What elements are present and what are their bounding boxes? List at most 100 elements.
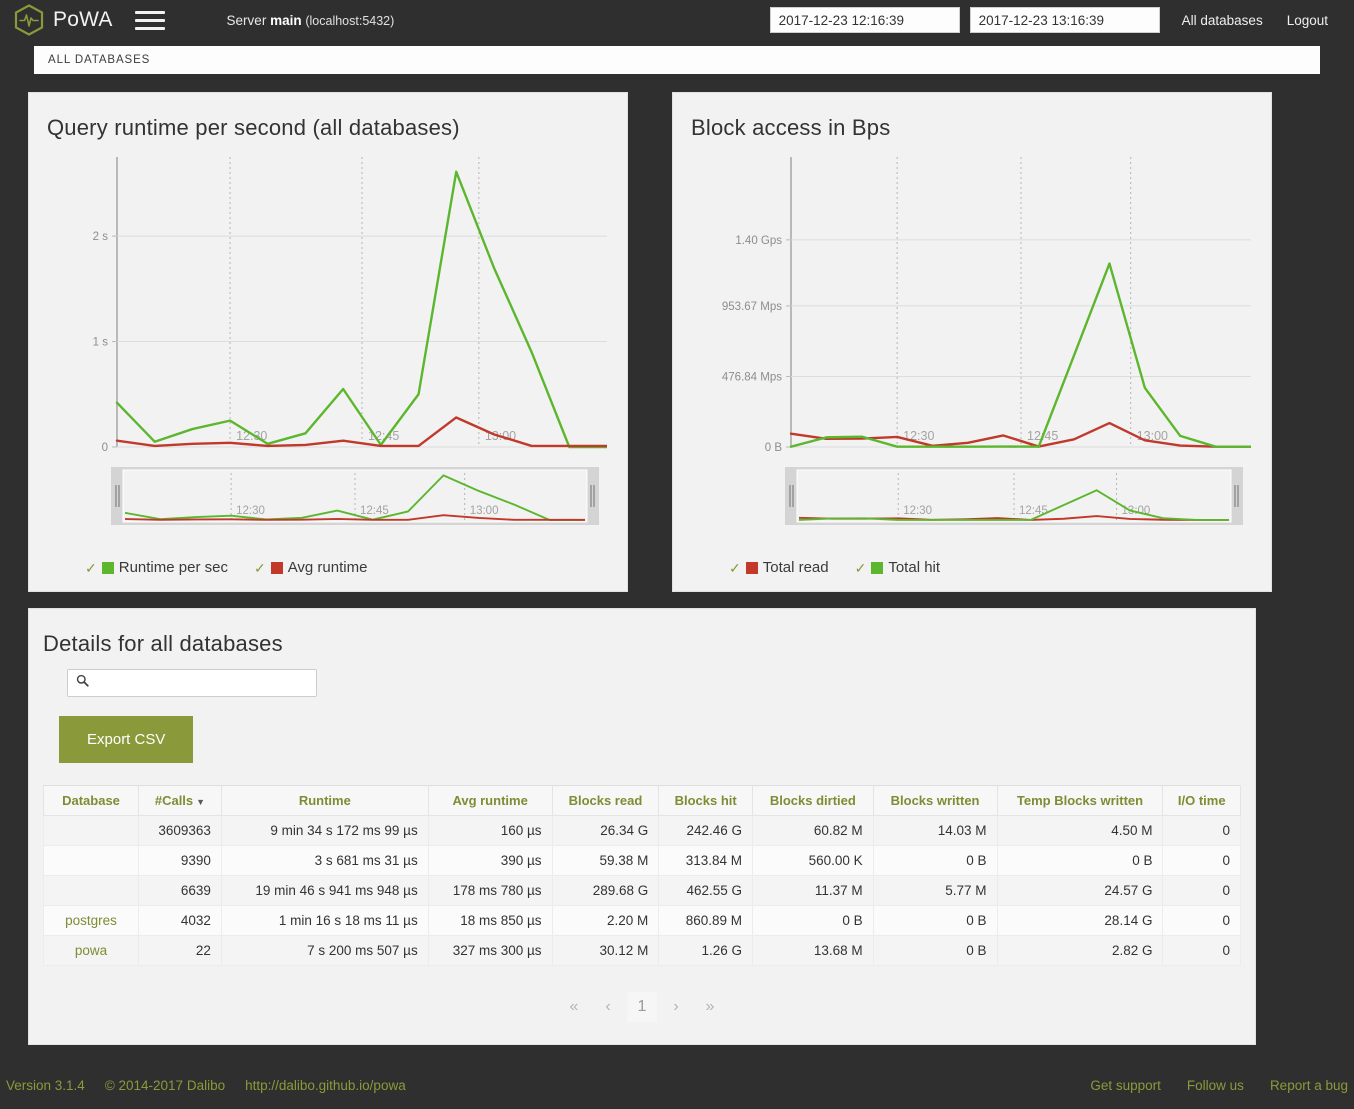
table-cell: 2.82 G xyxy=(996,935,1164,966)
nav-link-all-databases[interactable]: All databases xyxy=(1170,13,1275,28)
server-name: main xyxy=(270,12,302,28)
table-cell: 3 s 681 ms 31 µs xyxy=(220,845,429,876)
legend-block-access: ✓ Total read ✓ Total hit xyxy=(691,559,1253,576)
table-column-label: #Calls xyxy=(154,793,194,808)
table-cell: 0 xyxy=(1162,845,1241,876)
panel-block-access: Block access in Bps 0 B 476.84 Mps 953.67 … xyxy=(672,92,1272,592)
table-cell: 22 xyxy=(138,935,222,966)
legend-item-runtime-per-sec[interactable]: ✓ Runtime per sec xyxy=(85,559,228,576)
table-cell: 4032 xyxy=(138,905,222,936)
table-row[interactable]: postgres 4032 1 min 16 s 18 ms 11 µs 18 ms … xyxy=(43,905,1241,936)
table-cell: 390 µs xyxy=(427,845,553,876)
search-wrap xyxy=(67,669,1241,697)
table-column-header[interactable]: Database xyxy=(43,785,139,816)
table-cell: 462.55 G xyxy=(658,875,754,906)
footer-version: Version 3.1.4 xyxy=(6,1077,85,1093)
legend-swatch xyxy=(871,561,884,574)
footer-link-follow-us[interactable]: Follow us xyxy=(1187,1078,1244,1093)
pagination-last[interactable]: » xyxy=(695,992,725,1022)
charts-row: Query runtime per second (all databases)… xyxy=(28,92,1326,592)
table-cell-database[interactable] xyxy=(43,845,139,876)
table-column-header[interactable]: Blocks dirtied xyxy=(752,785,874,816)
table-cell: 4.50 M xyxy=(996,815,1164,846)
hamburger-bar xyxy=(134,10,165,14)
search-box[interactable] xyxy=(67,669,317,697)
legend-label: Runtime per sec xyxy=(118,559,228,576)
footer-right: Get support Follow us Report a bug xyxy=(1090,1078,1348,1093)
table-column-label: Blocks hit xyxy=(674,793,737,808)
hamburger-bar xyxy=(134,26,165,30)
table-column-header[interactable]: Blocks read xyxy=(551,785,660,816)
table-cell-database[interactable] xyxy=(43,875,139,906)
table-cell-database[interactable]: powa xyxy=(43,935,139,966)
svg-text:13:00: 13:00 xyxy=(470,505,499,517)
hamburger-menu-icon[interactable] xyxy=(134,7,165,33)
table-row[interactable]: 6639 19 min 46 s 941 ms 948 µs 178 ms 780 … xyxy=(43,875,1241,906)
table-column-header[interactable]: Temp Blocks written xyxy=(996,785,1164,816)
table-cell: 0 xyxy=(1162,905,1241,936)
table-cell-database[interactable]: postgres xyxy=(43,905,139,936)
table-cell: 289.68 G xyxy=(551,875,660,906)
table-cell: 160 µs xyxy=(427,815,553,846)
footer-copyright: © 2014-2017 Dalibo xyxy=(104,1077,226,1093)
breadcrumb-item-all-databases[interactable]: ALL DATABASES xyxy=(48,54,150,66)
legend-item-total-hit[interactable]: ✓ Total hit xyxy=(855,559,940,576)
brand[interactable]: PoWA xyxy=(14,4,113,36)
table-column-header[interactable]: Blocks hit xyxy=(658,785,754,816)
server-host: (localhost:5432) xyxy=(305,13,395,28)
pagination-first[interactable]: « xyxy=(559,992,589,1022)
table-cell: 13.68 M xyxy=(752,935,874,966)
details-title: Details for all databases xyxy=(43,631,283,656)
table-cell-database[interactable] xyxy=(43,815,139,846)
panel-query-runtime: Query runtime per second (all databases)… xyxy=(28,92,628,592)
svg-text:12:30: 12:30 xyxy=(236,505,265,517)
check-icon: ✓ xyxy=(253,559,266,576)
table-cell: 6639 xyxy=(138,875,222,906)
table-cell: 1.26 G xyxy=(658,935,754,966)
search-input[interactable] xyxy=(94,674,308,692)
table-cell: 9 min 34 s 172 ms 99 µs xyxy=(220,815,429,846)
table-cell: 7 s 200 ms 507 µs xyxy=(220,935,429,966)
table-cell: 2.20 M xyxy=(551,905,660,936)
table-cell: 860.89 M xyxy=(658,905,754,936)
table-column-label: Database xyxy=(62,793,120,808)
pagination-page-1[interactable]: 1 xyxy=(627,992,657,1022)
legend-item-total-read[interactable]: ✓ Total read xyxy=(729,559,829,576)
footer-link-report-a-bug[interactable]: Report a bug xyxy=(1270,1078,1348,1093)
breadcrumb: ALL DATABASES xyxy=(34,46,1320,74)
table-cell: 9390 xyxy=(138,845,222,876)
table-row[interactable]: powa 22 7 s 200 ms 507 µs 327 ms 300 µs 30.1… xyxy=(43,935,1241,966)
nav-link-logout[interactable]: Logout xyxy=(1275,13,1340,28)
table-cell: 0 xyxy=(1162,875,1241,906)
table-cell: 60.82 M xyxy=(752,815,874,846)
table-body: 3609363 9 min 34 s 172 ms 99 µs 160 µs 26.3… xyxy=(43,815,1241,966)
table-cell: 0 B xyxy=(872,905,998,936)
server-label: Server xyxy=(226,12,267,28)
table-column-header[interactable]: Blocks written xyxy=(872,785,998,816)
pagination-prev[interactable]: ‹ xyxy=(593,992,623,1022)
svg-text:953.67 Mps: 953.67 Mps xyxy=(722,301,782,313)
pagination-next[interactable]: › xyxy=(661,992,691,1022)
table-row[interactable]: 3609363 9 min 34 s 172 ms 99 µs 160 µs 26.3… xyxy=(43,815,1241,846)
legend-label: Total hit xyxy=(888,559,941,576)
footer-link-get-support[interactable]: Get support xyxy=(1090,1078,1161,1093)
table-cell: 18 ms 850 µs xyxy=(427,905,553,936)
date-to-input[interactable] xyxy=(969,7,1160,33)
table-cell: 327 ms 300 µs xyxy=(427,935,553,966)
footer-url[interactable]: http://dalibo.github.io/powa xyxy=(245,1078,406,1093)
table-column-header[interactable]: Avg runtime xyxy=(427,785,553,816)
chart-query-runtime[interactable]: 01 s2 s 12:30 12:45 13:00 12:30 12:45 13:00 xyxy=(47,147,609,547)
table-column-header[interactable]: Runtime xyxy=(220,785,429,816)
table-row[interactable]: 9390 3 s 681 ms 31 µs 390 µs 59.38 M 313.84 … xyxy=(43,845,1241,876)
chart-block-access[interactable]: 0 B 476.84 Mps 953.67 Mps 1.40 Gps 12:30 12:4… xyxy=(691,147,1253,547)
table-column-header[interactable]: #Calls ▼ xyxy=(138,785,222,816)
legend-item-avg-runtime[interactable]: ✓ Avg runtime xyxy=(254,559,368,576)
table-cell: 3609363 xyxy=(138,815,222,846)
chart-title-query-runtime: Query runtime per second (all databases) xyxy=(47,115,460,140)
table-cell: 0 xyxy=(1162,815,1241,846)
table-cell: 14.03 M xyxy=(872,815,998,846)
table-column-header[interactable]: I/O time xyxy=(1162,785,1241,816)
date-from-input[interactable] xyxy=(769,7,960,33)
table-cell: 0 B xyxy=(872,935,998,966)
export-csv-button[interactable]: Export CSV xyxy=(59,716,194,763)
